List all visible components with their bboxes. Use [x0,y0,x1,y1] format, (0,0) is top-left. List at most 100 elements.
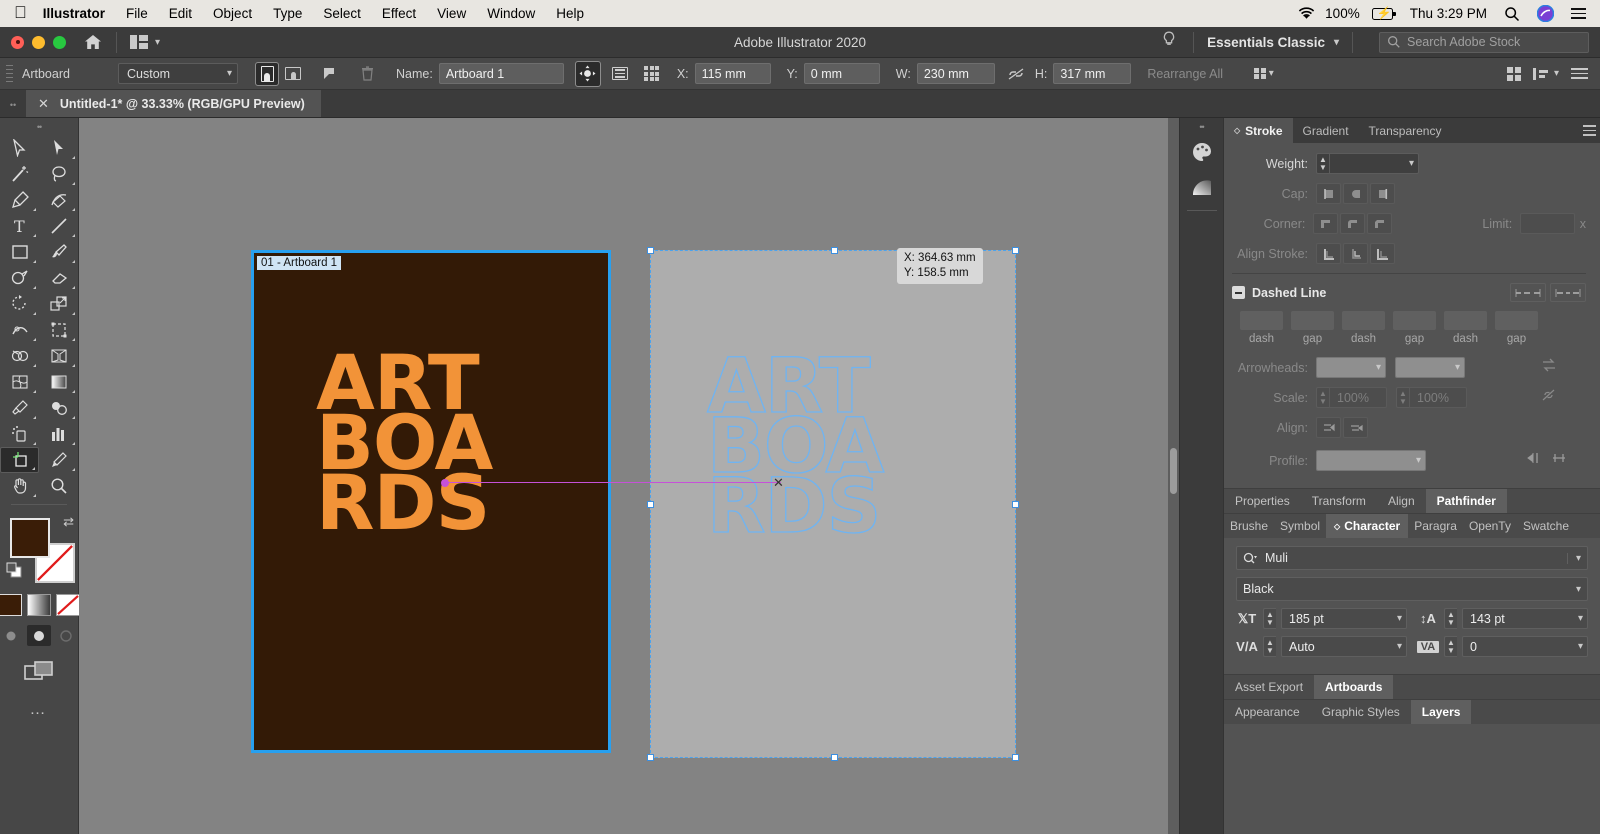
gradient-icon[interactable] [27,594,51,616]
align-inside-stroke-icon[interactable] [1343,243,1368,264]
panel-grip-icon[interactable]: •• [37,122,41,132]
reference-point-selector[interactable] [639,63,665,85]
y-input[interactable]: 0 mm [804,63,880,84]
distribute-button[interactable] [1507,67,1521,81]
dash-input-1[interactable] [1240,311,1283,330]
panel-grip-icon[interactable] [6,65,13,82]
menu-item-edit[interactable]: Edit [169,6,192,21]
lasso-tool[interactable] [39,161,78,187]
menu-item-window[interactable]: Window [487,6,535,21]
handle-mid-right[interactable] [1012,501,1019,508]
type-tool[interactable]: T [0,213,39,239]
preserve-dash-exact-icon[interactable] [1510,283,1546,302]
menu-item-view[interactable]: View [437,6,466,21]
limit-input[interactable] [1520,213,1575,234]
artboard-preset-select[interactable]: Custom ▾ [118,63,238,84]
draw-inside-icon[interactable] [54,625,78,646]
handle-top-center[interactable] [831,247,838,254]
butt-cap-icon[interactable] [1316,183,1341,204]
dash-input-2[interactable] [1342,311,1385,330]
scale-start-input[interactable]: 100% [1329,387,1387,408]
projecting-cap-icon[interactable] [1370,183,1395,204]
handle-mid-left[interactable] [647,501,654,508]
leading-stepper[interactable]: ▲▼ [1444,608,1457,629]
arrowhead-end-select[interactable]: ▾ [1395,357,1465,378]
document-tab[interactable]: ✕ Untitled-1* @ 33.33% (RGB/GPU Preview) [26,90,321,117]
font-size-stepper[interactable]: ▲▼ [1263,608,1276,629]
handle-bottom-right[interactable] [1012,754,1019,761]
font-style-select[interactable]: Black ▾ [1236,577,1588,601]
artboard-name-input[interactable]: Artboard 1 [439,63,564,84]
gap-input-3[interactable] [1495,311,1538,330]
dashed-line-checkbox[interactable] [1232,286,1245,299]
font-family-select[interactable]: Muli ▾ [1236,546,1588,570]
tab-transparency[interactable]: Transparency [1359,118,1452,143]
tab-appearance[interactable]: Appearance [1224,700,1311,724]
tracking-input[interactable]: 0 ▾ [1462,636,1588,657]
menu-item-select[interactable]: Select [323,6,361,21]
menu-item-object[interactable]: Object [213,6,252,21]
h-input[interactable]: 317 mm [1053,63,1131,84]
gap-input-1[interactable] [1291,311,1334,330]
chevron-down-icon[interactable]: ▾ [1397,613,1402,624]
wifi-icon[interactable] [1297,7,1316,21]
paintbrush-tool[interactable] [39,239,78,265]
zoom-tool[interactable] [39,473,78,499]
menu-item-illustrator[interactable]: Illustrator [43,6,105,21]
adjust-dashes-corners-icon[interactable] [1550,283,1586,302]
menu-bar-clock[interactable]: Thu 3:29 PM [1410,6,1487,21]
tracking-stepper[interactable]: ▲▼ [1444,636,1457,657]
weight-stepper[interactable]: ▲▼ [1316,153,1329,174]
move-artboard-with-art-button[interactable] [576,62,600,86]
arrowhead-start-select[interactable]: ▾ [1316,357,1386,378]
miter-join-icon[interactable] [1313,213,1338,234]
hand-tool[interactable] [0,473,39,499]
rearrange-all-button[interactable]: Rearrange All [1147,67,1223,81]
handle-top-right[interactable] [1012,247,1019,254]
panel-menu-button[interactable] [1571,68,1588,78]
minimize-window-button[interactable] [32,36,45,49]
canvas-area[interactable]: 01 - Artboard 1 ART BOA RDS ART BOA RDS [79,118,1179,834]
bevel-join-icon[interactable] [1367,213,1392,234]
panel-grip-icon[interactable]: •• [0,100,26,117]
perspective-grid-tool[interactable] [39,343,78,369]
mesh-tool[interactable] [0,369,39,395]
control-center-icon[interactable] [1571,8,1586,18]
tab-pathfinder[interactable]: Pathfinder [1426,489,1507,513]
tab-swatches[interactable]: Swatche [1517,514,1575,538]
tab-properties[interactable]: Properties [1224,489,1301,513]
battery-charging-icon[interactable]: ⚡ [1367,8,1393,20]
artboard-tool[interactable] [0,447,39,473]
chevron-down-icon[interactable]: ▾ [1409,158,1414,169]
edit-toolbar-icon[interactable]: … [30,701,49,719]
handle-bottom-left[interactable] [647,754,654,761]
gradient-tool[interactable] [39,369,78,395]
chevron-down-icon[interactable]: ▾ [1567,553,1581,564]
weight-input[interactable]: ▾ [1329,153,1419,174]
tab-align[interactable]: Align [1377,489,1426,513]
round-join-icon[interactable] [1340,213,1365,234]
gap-input-2[interactable] [1393,311,1436,330]
tab-asset-export[interactable]: Asset Export [1224,675,1314,699]
tab-transform[interactable]: Transform [1301,489,1377,513]
delete-artboard-button[interactable] [356,63,378,85]
apple-icon[interactable]:  [14,4,27,21]
tab-layers[interactable]: Layers [1411,700,1472,724]
handle-top-left[interactable] [647,247,654,254]
tab-graphic-styles[interactable]: Graphic Styles [1311,700,1411,724]
lightbulb-icon[interactable] [1158,31,1180,54]
menu-item-file[interactable]: File [126,6,148,21]
font-size-input[interactable]: 185 pt ▾ [1281,608,1407,629]
change-screen-mode-icon[interactable] [24,660,54,687]
flip-along-icon[interactable] [1551,451,1567,470]
tab-character[interactable]: ◇ Character [1326,514,1408,538]
orientation-portrait-button[interactable] [256,63,278,85]
symbol-sprayer-tool[interactable] [0,421,39,447]
chevron-down-icon[interactable]: ▾ [1578,613,1583,624]
close-window-button[interactable] [11,36,24,49]
orientation-landscape-button[interactable] [282,63,304,85]
draw-normal-icon[interactable] [0,625,24,646]
place-arrow-tip-at-end-icon[interactable] [1343,417,1368,438]
tab-gradient[interactable]: Gradient [1293,118,1359,143]
column-graph-tool[interactable] [39,421,78,447]
